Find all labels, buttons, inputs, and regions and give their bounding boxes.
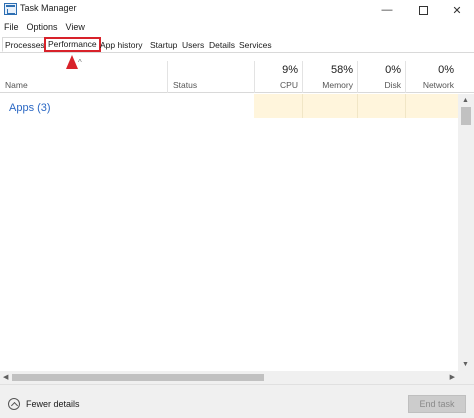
scroll-left-icon[interactable]: ◀	[3, 373, 8, 381]
tab-startup[interactable]: Startup	[147, 37, 180, 52]
column-cpu-label: CPU	[280, 80, 298, 90]
scrollbar-corner	[458, 371, 474, 384]
task-manager-icon	[4, 3, 17, 15]
disk-percent: 0%	[385, 64, 401, 76]
fewer-details-link[interactable]: Fewer details	[26, 399, 80, 409]
column-divider	[357, 94, 358, 118]
cpu-percent: 9%	[282, 64, 298, 76]
column-divider	[302, 94, 303, 118]
tab-processes[interactable]: Processes	[2, 37, 48, 52]
maximize-icon	[418, 5, 428, 15]
column-name-label: Name	[5, 80, 28, 90]
end-task-button[interactable]: End task	[408, 395, 466, 413]
column-memory[interactable]: 58% Memory	[302, 61, 357, 93]
column-divider	[405, 94, 406, 118]
tab-users[interactable]: Users	[179, 37, 207, 52]
close-button[interactable]: ✕	[440, 0, 474, 20]
memory-percent: 58%	[330, 64, 353, 76]
maximize-button[interactable]	[406, 0, 440, 20]
menu-file[interactable]: File	[0, 20, 23, 36]
network-percent: 0%	[438, 64, 454, 76]
group-apps[interactable]: Apps (3)	[9, 102, 51, 114]
column-header: Name Status 9% CPU 58% Memory 0% Disk 0%…	[0, 61, 474, 93]
scroll-right-icon[interactable]: ▶	[450, 373, 455, 381]
tab-performance[interactable]: Performance	[44, 37, 101, 52]
column-disk-label: Disk	[384, 80, 401, 90]
resource-highlight-row	[254, 94, 458, 118]
menu-bar: File Options View	[0, 20, 474, 36]
column-cpu[interactable]: 9% CPU	[254, 61, 302, 93]
window-title: Task Manager	[20, 3, 77, 13]
column-name[interactable]: Name	[0, 61, 167, 93]
tab-app-history[interactable]: App history	[97, 37, 146, 52]
footer-bar: Fewer details End task	[0, 384, 474, 418]
scroll-down-icon[interactable]: ▼	[462, 361, 469, 368]
vertical-scrollbar[interactable]: ▲ ▼	[458, 94, 474, 371]
scroll-up-icon[interactable]: ▲	[462, 97, 469, 104]
tab-bar: Processes Performance App history Startu…	[0, 37, 474, 53]
column-network-label: Network	[422, 80, 454, 90]
chevron-up-circle-icon[interactable]	[8, 398, 20, 410]
tab-details[interactable]: Details	[206, 37, 238, 52]
column-status[interactable]: Status	[167, 61, 254, 93]
column-status-label: Status	[173, 80, 198, 90]
tab-services[interactable]: Services	[236, 37, 275, 52]
menu-view[interactable]: View	[62, 20, 89, 36]
vertical-scroll-thumb[interactable]	[461, 107, 471, 125]
title-bar: Task Manager — ✕	[0, 0, 474, 20]
horizontal-scroll-thumb[interactable]	[12, 374, 264, 381]
menu-options[interactable]: Options	[23, 20, 62, 36]
column-network[interactable]: 0% Network	[405, 61, 458, 93]
horizontal-scrollbar[interactable]: ◀ ▶	[0, 371, 458, 384]
column-memory-label: Memory	[322, 80, 353, 90]
process-list: Apps (3)	[0, 94, 458, 371]
column-disk[interactable]: 0% Disk	[357, 61, 405, 93]
minimize-button[interactable]: —	[370, 0, 404, 20]
